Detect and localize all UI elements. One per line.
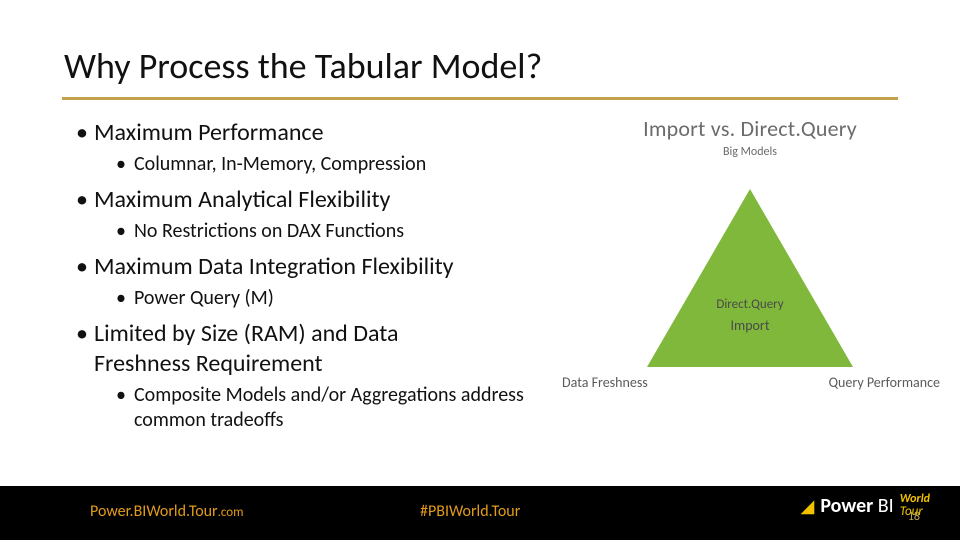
bullet-1-sub: •Columnar, In-Memory, Compression (76, 152, 536, 177)
slide-title: Why Process the Tabular Model? (64, 44, 542, 88)
chevron-icon: ◢ (800, 495, 814, 517)
bullet-3-sub: •Power Query (M) (76, 286, 536, 311)
bullet-4-sub: •Composite Models and/or Aggregations ad… (76, 383, 536, 433)
slide: Why Process the Tabular Model? •Maximum … (0, 0, 960, 540)
figure-label-left: Data Freshness (562, 374, 648, 391)
figure: Import vs. Direct.Query Big Models Direc… (560, 115, 940, 397)
page-number: 18 (908, 510, 920, 524)
bullet-list: •Maximum Performance •Columnar, In-Memor… (76, 112, 536, 441)
bullet-4: •Limited by Size (RAM) and Data Freshnes… (76, 319, 536, 379)
bullet-3: •Maximum Data Integration Flexibility (76, 252, 536, 282)
logo-text: Power BI (820, 494, 893, 518)
footer: Power.BIWorld.Tour.com #PBIWorld.Tour ◢ … (0, 486, 960, 540)
figure-triangle: Direct.Query Import Data Freshness Query… (560, 187, 940, 397)
bullet-2: •Maximum Analytical Flexibility (76, 185, 536, 215)
figure-subtitle: Big Models (560, 145, 940, 159)
figure-label-directquery: Direct.Query (560, 297, 940, 312)
figure-label-right: Query Performance (829, 374, 940, 391)
bullet-2-sub: •No Restrictions on DAX Functions (76, 219, 536, 244)
footer-hashtag: #PBIWorld.Tour (420, 502, 520, 521)
footer-url: Power.BIWorld.Tour.com (90, 502, 244, 521)
figure-title: Import vs. Direct.Query (560, 115, 940, 142)
bullet-1: •Maximum Performance (76, 118, 536, 148)
triangle-icon (645, 187, 855, 372)
title-rule (62, 97, 898, 100)
figure-label-import: Import (560, 317, 940, 334)
